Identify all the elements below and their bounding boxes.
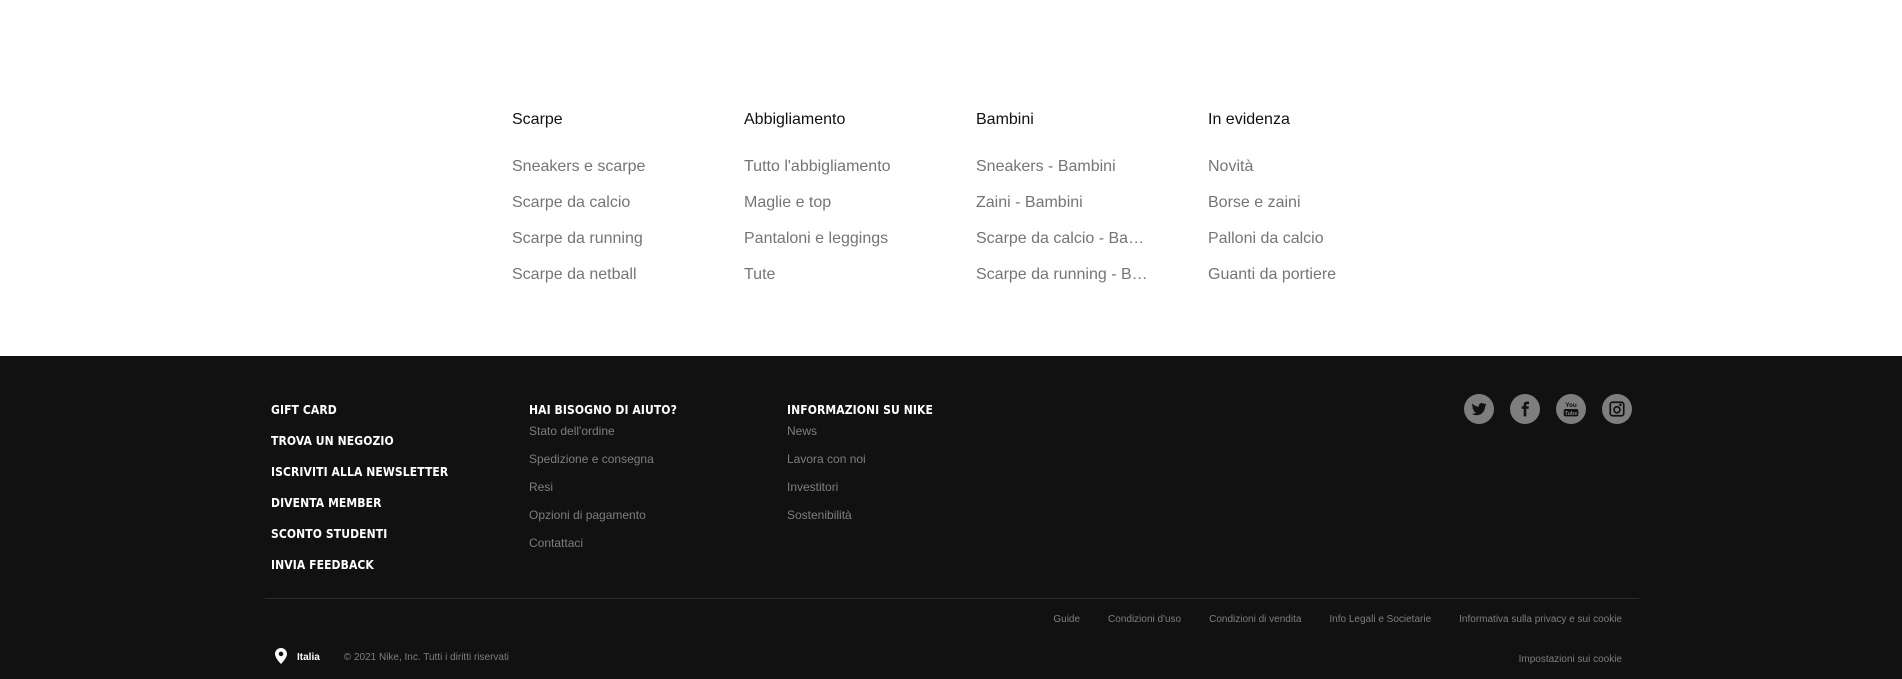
category-menu: Scarpe Sneakers e scarpe Scarpe da calci… xyxy=(0,0,1902,356)
menu-column-abbigliamento: Abbigliamento Tutto l'abbigliamento Magl… xyxy=(744,110,964,302)
menu-column-title[interactable]: Scarpe xyxy=(512,110,732,130)
legal-link-guide[interactable]: Guide xyxy=(1053,614,1080,625)
menu-item[interactable]: Scarpe da running - Ba… xyxy=(976,266,1156,302)
menu-item[interactable]: Borse e zaini xyxy=(1208,194,1388,230)
footer-help-item[interactable]: Contattaci xyxy=(529,536,677,564)
menu-item[interactable]: Sneakers - Bambini xyxy=(976,158,1156,194)
locale-and-copyright: Italia © 2021 Nike, Inc. Tutti i diritti… xyxy=(275,648,509,667)
copyright-text: © 2021 Nike, Inc. Tutti i diritti riserv… xyxy=(343,652,509,663)
svg-text:Tube: Tube xyxy=(1565,411,1578,417)
menu-item[interactable]: Maglie e top xyxy=(744,194,924,230)
legal-link-company-info[interactable]: Info Legali e Societarie xyxy=(1329,614,1431,625)
menu-item[interactable]: Novità xyxy=(1208,158,1388,194)
footer-link-member[interactable]: DIVENTA MEMBER xyxy=(271,495,448,526)
menu-item[interactable]: Scarpe da calcio - Bam… xyxy=(976,230,1156,266)
legal-link-terms-of-sale[interactable]: Condizioni di vendita xyxy=(1209,614,1301,625)
menu-column-title[interactable]: Bambini xyxy=(976,110,1196,130)
footer-help-item[interactable]: Opzioni di pagamento xyxy=(529,508,677,536)
svg-text:You: You xyxy=(1565,402,1577,409)
menu-item[interactable]: Pantaloni e leggings xyxy=(744,230,924,266)
twitter-icon[interactable] xyxy=(1464,394,1494,424)
menu-item[interactable]: Sneakers e scarpe xyxy=(512,158,692,194)
menu-column-title[interactable]: In evidenza xyxy=(1208,110,1428,130)
legal-link-terms-of-use[interactable]: Condizioni d'uso xyxy=(1108,614,1181,625)
footer-help-item[interactable]: Spedizione e consegna xyxy=(529,452,677,480)
facebook-icon[interactable] xyxy=(1510,394,1540,424)
footer-about-item[interactable]: Sostenibilità xyxy=(787,508,933,536)
menu-column-bambini: Bambini Sneakers - Bambini Zaini - Bambi… xyxy=(976,110,1196,302)
cookie-settings-link[interactable]: Impostazioni sui cookie xyxy=(1519,654,1622,665)
footer-help-item[interactable]: Resi xyxy=(529,480,677,508)
footer-link-feedback[interactable]: INVIA FEEDBACK xyxy=(271,557,448,588)
footer-primary-links: GIFT CARD TROVA UN NEGOZIO ISCRIVITI ALL… xyxy=(271,402,448,588)
menu-item[interactable]: Zaini - Bambini xyxy=(976,194,1156,230)
footer-about-title[interactable]: INFORMAZIONI SU NIKE xyxy=(787,402,933,424)
footer-about-item[interactable]: Lavora con noi xyxy=(787,452,933,480)
youtube-icon[interactable]: You Tube xyxy=(1556,394,1586,424)
footer-help-title[interactable]: HAI BISOGNO DI AIUTO? xyxy=(529,402,677,424)
legal-link-privacy[interactable]: Informativa sulla privacy e sui cookie xyxy=(1459,614,1622,625)
social-links: You Tube xyxy=(1464,394,1632,424)
menu-item[interactable]: Scarpe da running xyxy=(512,230,692,266)
footer-link-gift-card[interactable]: GIFT CARD xyxy=(271,402,448,433)
menu-item[interactable]: Tutto l'abbigliamento xyxy=(744,158,924,194)
menu-column-title[interactable]: Abbigliamento xyxy=(744,110,964,130)
footer-link-newsletter[interactable]: ISCRIVITI ALLA NEWSLETTER xyxy=(271,464,448,495)
footer-about-item[interactable]: Investitori xyxy=(787,480,933,508)
footer-link-store-locator[interactable]: TROVA UN NEGOZIO xyxy=(271,433,448,464)
footer-help-column: HAI BISOGNO DI AIUTO? Stato dell'ordine … xyxy=(529,402,677,564)
footer-divider xyxy=(265,598,1639,599)
footer-help-item[interactable]: Stato dell'ordine xyxy=(529,424,677,452)
footer-about-column: INFORMAZIONI SU NIKE News Lavora con noi… xyxy=(787,402,933,536)
legal-links: Guide Condizioni d'uso Condizioni di ven… xyxy=(1053,614,1622,625)
country-selector[interactable]: Italia xyxy=(297,652,320,663)
menu-item[interactable]: Scarpe da netball xyxy=(512,266,692,302)
menu-item[interactable]: Guanti da portiere xyxy=(1208,266,1388,302)
menu-item[interactable]: Scarpe da calcio xyxy=(512,194,692,230)
instagram-icon[interactable] xyxy=(1602,394,1632,424)
menu-column-scarpe: Scarpe Sneakers e scarpe Scarpe da calci… xyxy=(512,110,732,302)
location-pin-icon[interactable] xyxy=(275,648,287,667)
menu-item[interactable]: Palloni da calcio xyxy=(1208,230,1388,266)
site-footer: GIFT CARD TROVA UN NEGOZIO ISCRIVITI ALL… xyxy=(0,356,1902,679)
menu-column-in-evidenza: In evidenza Novità Borse e zaini Palloni… xyxy=(1208,110,1428,302)
footer-link-student-discount[interactable]: SCONTO STUDENTI xyxy=(271,526,448,557)
footer-about-item[interactable]: News xyxy=(787,424,933,452)
menu-item[interactable]: Tute xyxy=(744,266,924,302)
